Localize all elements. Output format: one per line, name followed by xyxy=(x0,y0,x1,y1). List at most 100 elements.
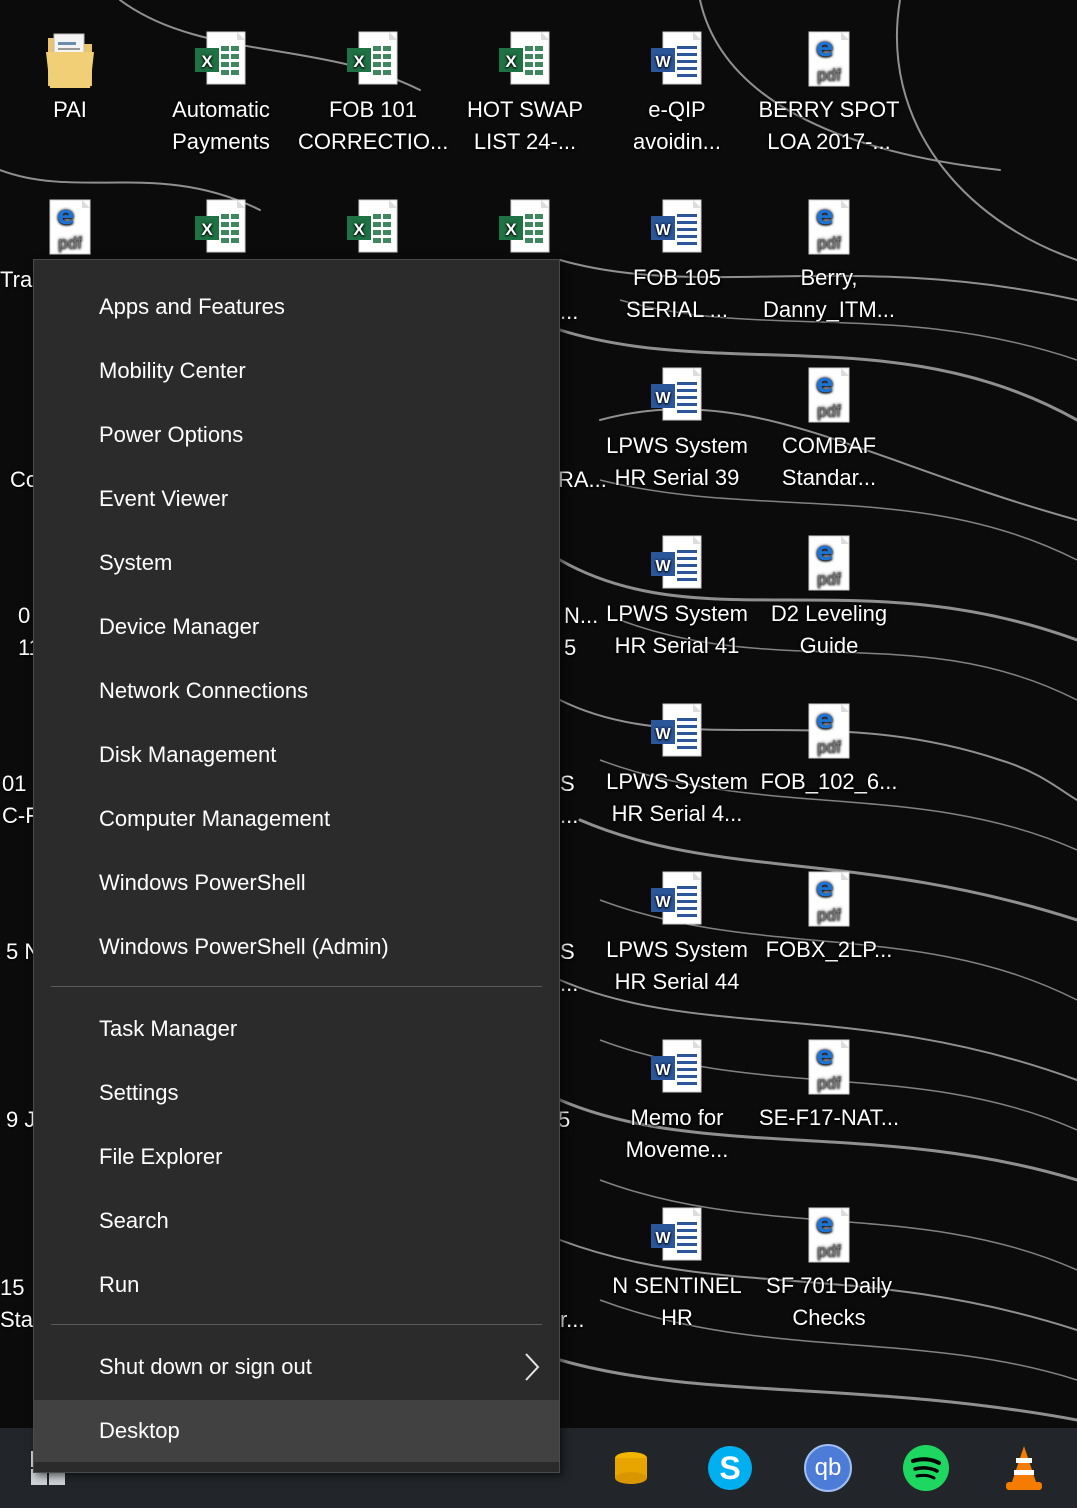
menu-item-mobility-center[interactable]: Mobility Center xyxy=(34,340,559,402)
menu-item-run[interactable]: Run xyxy=(34,1254,559,1316)
menu-item-label: Run xyxy=(99,1272,140,1297)
desktop-icon-pdf[interactable]: e pdf FOB_102_6... xyxy=(754,702,904,798)
partial-icon-label: 9 J xyxy=(6,1107,36,1132)
svg-text:e: e xyxy=(816,1041,834,1071)
svg-text:W: W xyxy=(655,726,671,743)
desktop-icon-word[interactable]: W LPWS System HR Serial 41 xyxy=(602,534,752,662)
menu-item-label: Event Viewer xyxy=(99,486,229,511)
desktop-icon-word[interactable]: W Memo for Moveme... xyxy=(602,1038,752,1166)
menu-item-settings[interactable]: Settings xyxy=(34,1062,559,1124)
word-file-icon: W xyxy=(647,1038,707,1100)
desktop-icon-word[interactable]: W FOB 105 SERIAL ... xyxy=(602,198,752,326)
desktop-icon-pdf[interactable]: e pdf SF 701 Daily Checks xyxy=(754,1206,904,1334)
svg-text:W: W xyxy=(655,1062,671,1079)
desktop-icon-excel[interactable]: X HOT SWAP LIST 24-... xyxy=(450,30,600,158)
storage-app-icon[interactable] xyxy=(583,1428,679,1508)
desktop-icon-label: FOB 105 SERIAL ... xyxy=(626,265,728,322)
desktop-icon-label: SF 701 Daily Checks xyxy=(766,1273,892,1330)
menu-item-system[interactable]: System xyxy=(34,532,559,594)
svg-text:pdf: pdf xyxy=(817,1073,841,1092)
desktop-icon-label: PAI xyxy=(53,97,87,122)
desktop-icon-label: LPWS System HR Serial 44 xyxy=(606,937,748,994)
word-file-icon: W xyxy=(647,30,707,92)
desktop-icon-label: e-QIP avoidin... xyxy=(632,97,722,154)
svg-text:e: e xyxy=(816,1209,834,1239)
partial-icon-label: ... xyxy=(560,299,579,324)
word-file-icon: W xyxy=(647,198,707,260)
spotify-icon[interactable] xyxy=(878,1428,974,1508)
desktop-icon-word[interactable]: We-QIP avoidin... xyxy=(602,30,752,158)
svg-text:W: W xyxy=(655,558,671,575)
menu-item-label: Network Connections xyxy=(99,678,309,703)
menu-item-network-connections[interactable]: Network Connections xyxy=(34,660,559,722)
pdf-file-icon: e pdf xyxy=(799,30,859,92)
desktop-icon-pdf[interactable]: e pdf COMBAF Standar... xyxy=(754,366,904,494)
desktop-icon-word[interactable]: W LPWS System HR Serial 39 xyxy=(602,366,752,494)
quickbooks-icon[interactable]: qb xyxy=(780,1428,876,1508)
menu-item-shut-down-or-sign-out[interactable]: Shut down or sign out xyxy=(34,1336,559,1398)
desktop-icon-word[interactable]: W LPWS System HR Serial 44 xyxy=(602,870,752,998)
menu-item-label: Power Options xyxy=(99,422,244,447)
desktop-icon-label: LPWS System HR Serial 41 xyxy=(606,601,748,658)
svg-text:W: W xyxy=(655,222,671,239)
svg-text:e: e xyxy=(816,537,834,567)
excel-file-icon[interactable]: X xyxy=(450,198,600,260)
menu-item-windows-powershell[interactable]: Windows PowerShell xyxy=(34,852,559,914)
menu-item-device-manager[interactable]: Device Manager xyxy=(34,596,559,658)
desktop-icon-label: LPWS System HR Serial 39 xyxy=(606,433,748,490)
desktop-icon-label: FOBX_2LP... xyxy=(765,937,893,962)
word-file-icon: W xyxy=(647,870,707,932)
menu-item-file-explorer[interactable]: File Explorer xyxy=(34,1126,559,1188)
menu-item-label: Shut down or sign out xyxy=(99,1354,312,1379)
skype-icon[interactable]: S xyxy=(682,1428,778,1508)
svg-text:e: e xyxy=(816,33,834,63)
menu-item-computer-management[interactable]: Computer Management xyxy=(34,788,559,850)
menu-item-label: Settings xyxy=(99,1080,179,1105)
menu-item-windows-powershell-admin[interactable]: Windows PowerShell (Admin) xyxy=(34,916,559,978)
desktop-icon-word[interactable]: W N SENTINEL HR xyxy=(602,1206,752,1334)
desktop-icon-label: Automatic Payments xyxy=(172,97,270,154)
desktop-icon-pdf[interactable]: e pdf BERRY SPOT LOA 2017-... xyxy=(754,30,904,158)
menu-item-power-options[interactable]: Power Options xyxy=(34,404,559,466)
desktop-icon-pdf[interactable]: e pdf SE-F17-NAT... xyxy=(754,1038,904,1134)
desktop-icon-label: HOT SWAP LIST 24-... xyxy=(466,97,584,154)
desktop-icon-label: LPWS System HR Serial 4... xyxy=(606,769,748,826)
partial-icon-label: N... 5 xyxy=(564,603,599,660)
menu-item-label: Task Manager xyxy=(99,1016,238,1041)
partial-icon-label: S ... xyxy=(560,939,579,996)
word-file-icon: W xyxy=(647,1206,707,1268)
svg-text:W: W xyxy=(655,1230,671,1247)
desktop-icon-label: COMBAF Standar... xyxy=(781,433,877,490)
svg-text:X: X xyxy=(505,220,517,239)
desktop-icon-label: Berry, Danny_ITM... xyxy=(762,265,896,322)
pdf-file-icon[interactable]: e pdf xyxy=(0,198,145,260)
vlc-icon[interactable] xyxy=(976,1428,1072,1508)
svg-text:e: e xyxy=(816,705,834,735)
menu-item-label: System xyxy=(99,550,173,575)
menu-item-apps-and-features[interactable]: Apps and Features xyxy=(34,276,559,338)
excel-file-icon[interactable]: X xyxy=(146,198,296,260)
svg-text:X: X xyxy=(201,52,213,71)
svg-text:e: e xyxy=(816,201,834,231)
menu-item-desktop[interactable]: Desktop xyxy=(34,1400,559,1462)
folder-file-icon xyxy=(40,30,100,92)
svg-text:e: e xyxy=(816,369,834,399)
svg-text:X: X xyxy=(505,52,517,71)
excel-file-icon[interactable]: X xyxy=(298,198,448,260)
desktop-icon-pdf[interactable]: e pdf D2 Leveling Guide xyxy=(754,534,904,662)
desktop-icon-pdf[interactable]: e pdf FOBX_2LP... xyxy=(754,870,904,966)
desktop-icon-excel[interactable]: X Automatic Payments xyxy=(146,30,296,158)
desktop-icon-word[interactable]: W LPWS System HR Serial 4... xyxy=(602,702,752,830)
desktop-icon-folder[interactable]: PAI xyxy=(0,30,145,126)
svg-text:W: W xyxy=(655,894,671,911)
partial-icon-label: S ... xyxy=(560,771,579,828)
desktop-icon-pdf[interactable]: e pdf Berry, Danny_ITM... xyxy=(754,198,904,326)
menu-item-event-viewer[interactable]: Event Viewer xyxy=(34,468,559,530)
menu-item-disk-management[interactable]: Disk Management xyxy=(34,724,559,786)
menu-item-task-manager[interactable]: Task Manager xyxy=(34,998,559,1060)
partial-icon-label: r... xyxy=(560,1307,585,1332)
menu-item-search[interactable]: Search xyxy=(34,1190,559,1252)
desktop-icon-excel[interactable]: X FOB 101 CORRECTIO... xyxy=(298,30,448,158)
menu-item-label: Windows PowerShell xyxy=(99,870,306,895)
svg-text:e: e xyxy=(816,873,834,903)
